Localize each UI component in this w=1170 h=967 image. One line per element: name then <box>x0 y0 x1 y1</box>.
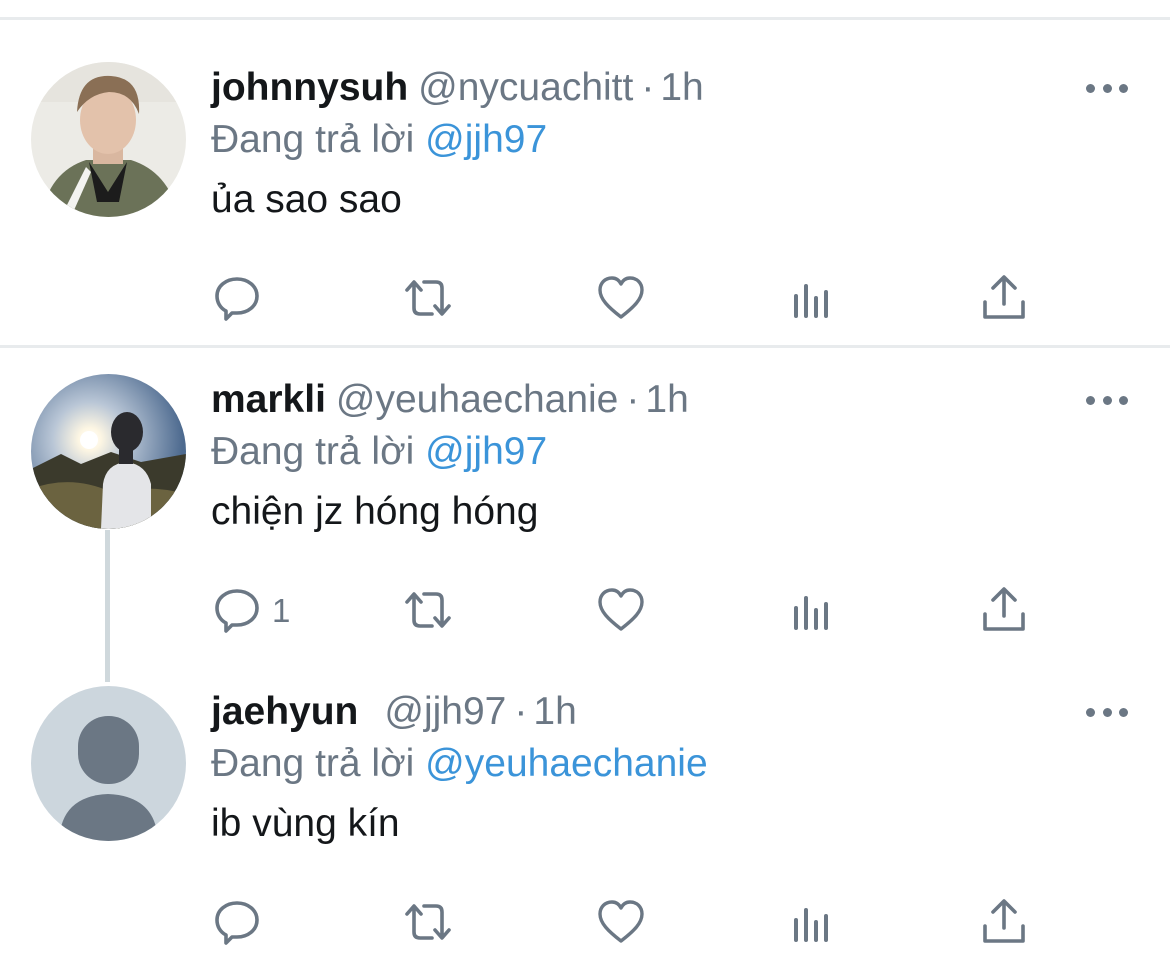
more-dot <box>1086 707 1095 717</box>
reply-prefix: Đang trả lời <box>211 118 415 161</box>
reply-count: 1 <box>272 592 291 629</box>
user-handle[interactable]: @yeuhaechanie <box>336 378 618 421</box>
reply-icon <box>215 901 259 945</box>
analytics-button[interactable] <box>787 896 839 948</box>
separator-dot: · <box>514 690 528 733</box>
tweet[interactable]: johnnysuh @nycuachitt · 1h Đang trả lời @jj… <box>0 62 1170 342</box>
like-button[interactable] <box>595 272 647 324</box>
tweet-text: ib vùng kín <box>211 802 400 845</box>
display-name[interactable]: markli <box>211 378 326 421</box>
reply-mention[interactable]: @jjh97 <box>425 430 547 473</box>
tweet-text: chiện jz hóng hóng <box>211 490 539 533</box>
analytics-icon <box>794 596 828 630</box>
more-dot <box>1119 395 1128 405</box>
avatar[interactable] <box>31 62 186 217</box>
retweet-button[interactable] <box>402 584 454 636</box>
heart-icon <box>598 276 644 319</box>
more-options-button[interactable] <box>1086 78 1128 98</box>
share-icon <box>983 899 1025 943</box>
reply-prefix: Đang trả lời <box>211 430 415 473</box>
share-icon <box>983 275 1025 319</box>
reply-prefix: Đang trả lời <box>211 742 415 785</box>
timestamp[interactable]: 1h <box>533 690 576 733</box>
reply-icon <box>215 589 259 633</box>
avatar[interactable] <box>31 374 186 529</box>
analytics-icon <box>794 284 828 318</box>
separator-dot: · <box>641 66 655 109</box>
tweet[interactable]: jaehyun @jjh97 · 1h Đang trả lời @yeuhaecha… <box>0 686 1170 967</box>
top-divider <box>0 17 1170 20</box>
replying-to: Đang trả lời @yeuhaechanie <box>211 738 708 790</box>
reply-mention[interactable]: @yeuhaechanie <box>425 742 707 785</box>
retweet-button[interactable] <box>402 272 454 324</box>
reply-mention[interactable]: @jjh97 <box>425 118 547 161</box>
tweet-header: markli @yeuhaechanie · 1h <box>211 374 689 426</box>
default-avatar-icon <box>31 686 186 841</box>
share-icon <box>983 587 1025 631</box>
heart-icon <box>598 588 644 631</box>
reply-button[interactable] <box>211 584 263 636</box>
reply-icon <box>215 277 259 321</box>
more-dot <box>1102 395 1112 405</box>
more-options-button[interactable] <box>1086 702 1128 722</box>
tweet-divider <box>0 345 1170 348</box>
retweet-icon <box>405 280 451 316</box>
replying-to: Đang trả lời @jjh97 <box>211 114 547 166</box>
timestamp[interactable]: 1h <box>660 66 703 109</box>
more-dot <box>1102 83 1112 93</box>
avatar[interactable] <box>31 686 186 841</box>
separator-dot: · <box>626 378 640 421</box>
user-handle[interactable]: @nycuachitt <box>418 66 633 109</box>
share-button[interactable] <box>978 584 1030 636</box>
share-button[interactable] <box>978 272 1030 324</box>
more-dot <box>1086 83 1095 93</box>
timestamp[interactable]: 1h <box>645 378 688 421</box>
more-dot <box>1119 83 1128 93</box>
display-name[interactable]: jaehyun <box>211 690 358 733</box>
tweet-header: johnnysuh @nycuachitt · 1h <box>211 62 704 114</box>
retweet-button[interactable] <box>402 896 454 948</box>
tweet[interactable]: markli @yeuhaechanie · 1h Đang trả lời @jjh… <box>0 374 1170 664</box>
analytics-button[interactable] <box>787 272 839 324</box>
reply-button[interactable] <box>211 896 263 948</box>
analytics-icon <box>794 908 828 942</box>
replying-to: Đang trả lời @jjh97 <box>211 426 547 478</box>
like-button[interactable] <box>595 584 647 636</box>
like-button[interactable] <box>595 896 647 948</box>
more-options-button[interactable] <box>1086 390 1128 410</box>
share-button[interactable] <box>978 896 1030 948</box>
analytics-button[interactable] <box>787 584 839 636</box>
tweet-header: jaehyun @jjh97 · 1h <box>211 686 577 738</box>
more-dot <box>1086 395 1095 405</box>
user-handle[interactable]: @jjh97 <box>384 690 506 733</box>
retweet-icon <box>405 592 451 628</box>
reply-button[interactable] <box>211 272 263 324</box>
heart-icon <box>598 900 644 943</box>
retweet-icon <box>405 904 451 940</box>
more-dot <box>1119 707 1128 717</box>
tweet-text: ủa sao sao <box>211 178 402 221</box>
more-dot <box>1102 707 1112 717</box>
display-name[interactable]: johnnysuh <box>211 66 408 109</box>
